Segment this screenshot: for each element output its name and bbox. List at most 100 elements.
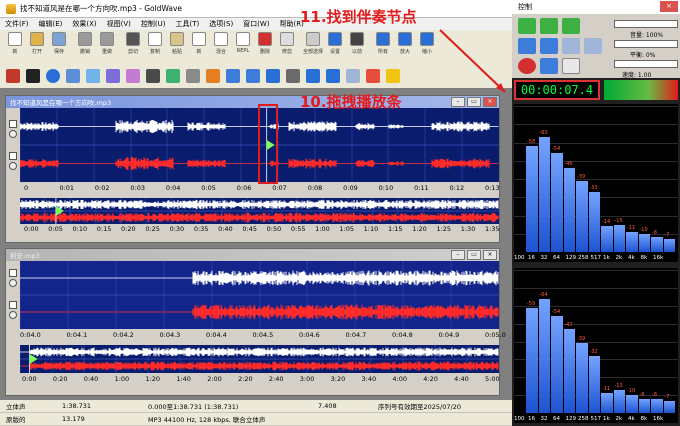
equalizer-icon[interactable] <box>26 69 40 83</box>
balance-slider[interactable] <box>614 40 678 48</box>
control-panel-title: 控制 <box>518 3 532 11</box>
right-channel-radio[interactable] <box>9 311 17 319</box>
play-all-button[interactable] <box>518 18 536 34</box>
stop-button[interactable] <box>584 38 602 54</box>
toolbar-button-copy[interactable]: 复制 <box>144 30 166 62</box>
offset-icon[interactable] <box>266 69 280 83</box>
record-button[interactable] <box>518 58 536 74</box>
toolbar-button-new-file[interactable]: 新 <box>4 30 26 62</box>
right-channel-checkbox[interactable] <box>9 152 17 160</box>
tick-label: 0:04.3 <box>159 331 181 339</box>
menu-file[interactable]: 文件(F) <box>0 19 34 29</box>
tick-label: 1:40 <box>176 375 191 383</box>
toolbar-button-open-folder[interactable]: 打开 <box>26 30 48 62</box>
toolbar-button-save[interactable]: 保存 <box>48 30 70 62</box>
left-channel-checkbox[interactable] <box>9 269 17 277</box>
pitch-icon[interactable] <box>166 69 180 83</box>
close-button[interactable]: × <box>483 250 497 260</box>
maximize-icon[interactable] <box>306 69 320 83</box>
flanger-icon[interactable] <box>206 69 220 83</box>
mechanize-icon[interactable] <box>186 69 200 83</box>
control-panel-titlebar[interactable]: 控制 × <box>512 0 680 14</box>
toolbar-button-previous[interactable]: 以前 <box>346 30 368 62</box>
toolbar-button-paste-new[interactable]: 新 <box>188 30 210 62</box>
overview-bar-1[interactable] <box>20 198 499 224</box>
toolbar-button-scissors[interactable]: 剪切 <box>122 30 144 62</box>
globe-icon[interactable] <box>46 69 60 83</box>
spectrum-bar-label: -59 <box>527 300 536 307</box>
pause-button[interactable] <box>562 38 580 54</box>
close-button[interactable]: × <box>483 97 497 107</box>
sound-window-2-titlebar[interactable]: 稻安.mp3 – ▭ × <box>6 249 499 261</box>
toolbar-button-all[interactable]: 所有 <box>372 30 394 62</box>
menu-edit[interactable]: 编辑(E) <box>34 19 68 29</box>
maximize-button[interactable]: ▭ <box>467 250 481 260</box>
channel-right-icon[interactable] <box>246 69 260 83</box>
speed-slider[interactable] <box>614 60 678 68</box>
sound-window-1-titlebar[interactable]: 找不知道风是在哪一个方向吹.mp3 – ▭ × <box>6 96 499 108</box>
close-button[interactable]: × <box>660 1 678 12</box>
tick-label: 0:04.8 <box>392 331 413 339</box>
toolbar-button-paste[interactable]: 粘贴 <box>166 30 188 62</box>
play-selection-button[interactable] <box>540 18 558 34</box>
toolbar-button-set[interactable]: 设置 <box>324 30 346 62</box>
tick-label: 0:40 <box>218 225 233 233</box>
compressor-icon[interactable] <box>386 69 400 83</box>
left-channel-radio[interactable] <box>9 130 17 138</box>
toolbar-button-mix[interactable]: 混合 <box>210 30 232 62</box>
invert-icon[interactable] <box>286 69 300 83</box>
right-channel-checkbox[interactable] <box>9 301 17 309</box>
menu-control[interactable]: 控制(U) <box>136 19 171 29</box>
left-channel-radio[interactable] <box>9 279 17 287</box>
trim-icon <box>280 32 294 46</box>
tick-label: 0:01 <box>59 184 75 192</box>
toolbar-button-zoom-in[interactable]: 放大 <box>394 30 416 62</box>
menu-window[interactable]: 窗口(W) <box>238 19 274 29</box>
fast-forward-button[interactable] <box>540 38 558 54</box>
toolbar-button-redo[interactable]: 重做 <box>96 30 118 62</box>
minimize-button[interactable]: – <box>451 97 465 107</box>
filter-icon[interactable] <box>146 69 160 83</box>
toolbar-button-undo[interactable]: 撤销 <box>74 30 96 62</box>
tick-label: 1:10 <box>363 225 379 233</box>
resample-icon[interactable] <box>326 69 340 83</box>
tick-label: 0:00 <box>22 375 37 383</box>
tick-label: 0:50 <box>266 225 282 233</box>
volume-slider[interactable] <box>614 20 678 28</box>
overview-bar-2[interactable] <box>20 345 499 373</box>
playback-rate-icon[interactable] <box>346 69 360 83</box>
channel-left-icon[interactable] <box>226 69 240 83</box>
spectrum-icon[interactable] <box>66 69 80 83</box>
spectrum-bar <box>526 146 538 252</box>
toolbar-button-delete[interactable]: 删除 <box>254 30 276 62</box>
annotation-drag-playhead: 10.拖拽播放条 <box>300 93 402 111</box>
spectrum-bar <box>601 226 613 252</box>
tick-label: 1:25 <box>436 225 452 233</box>
left-channel-checkbox[interactable] <box>9 120 17 128</box>
rewind-button[interactable] <box>518 38 536 54</box>
settings-button[interactable] <box>562 58 580 74</box>
doppler-icon[interactable] <box>106 69 120 83</box>
toolbar-button-replace[interactable]: REPL <box>232 30 254 62</box>
menu-effect[interactable]: 效果(X) <box>67 19 101 29</box>
waveform-display-2[interactable] <box>20 261 499 329</box>
cd-reader-icon[interactable] <box>6 69 20 83</box>
tick-label: 1:20 <box>145 375 161 383</box>
minimize-button[interactable]: – <box>451 250 465 260</box>
toolbar-button-trim[interactable]: 修剪 <box>276 30 298 62</box>
toolbar-button-select-all[interactable]: 全部选择 <box>302 30 324 62</box>
volume-shape-icon[interactable] <box>366 69 380 83</box>
record-selection-button[interactable] <box>540 58 558 74</box>
save-icon <box>52 32 66 46</box>
menu-view[interactable]: 视图(V) <box>102 19 136 29</box>
menu-options[interactable]: 选项(S) <box>204 19 238 29</box>
toolbar-button-zoom-out[interactable]: 缩小 <box>416 30 438 62</box>
echo-icon[interactable] <box>126 69 140 83</box>
maximize-button[interactable]: ▭ <box>467 97 481 107</box>
right-channel-radio[interactable] <box>9 162 17 170</box>
tick-label: 0:09 <box>343 184 358 192</box>
fade-icon[interactable] <box>86 69 100 83</box>
play-to-end-button[interactable] <box>562 18 580 34</box>
tick-label: 1:05 <box>339 225 355 233</box>
menu-tools[interactable]: 工具(T) <box>171 19 205 29</box>
